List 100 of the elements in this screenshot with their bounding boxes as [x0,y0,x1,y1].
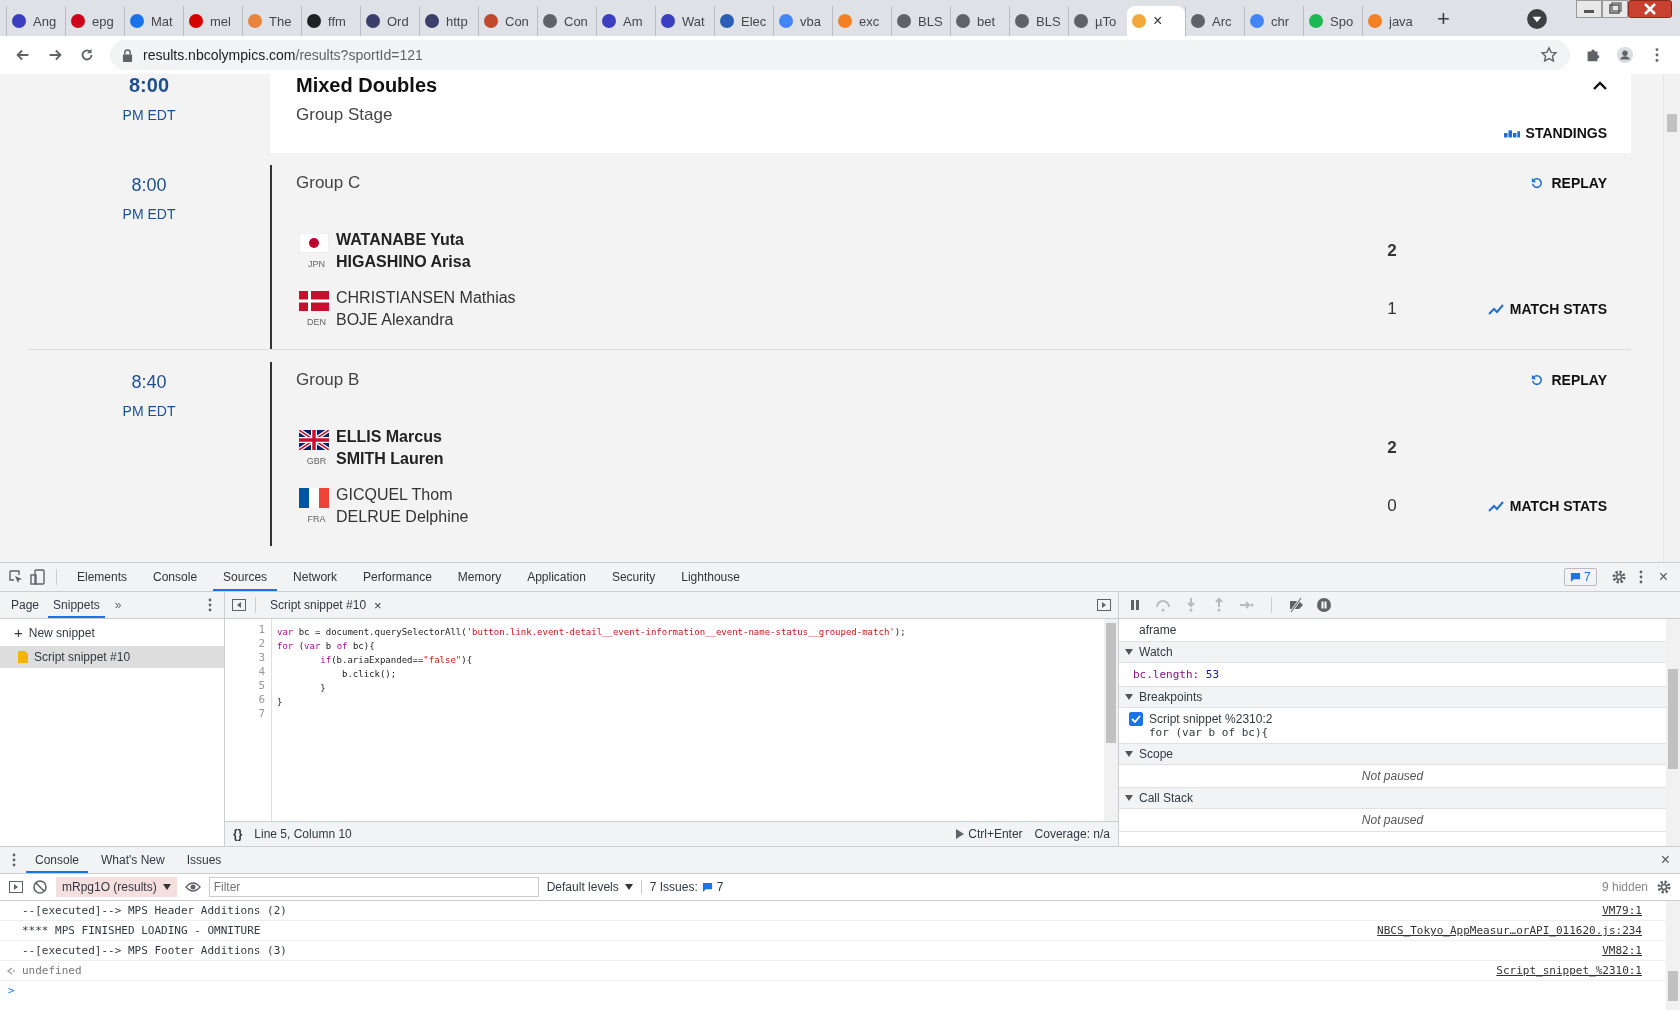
pause-on-exceptions-icon[interactable] [1316,597,1332,613]
navigator-tab[interactable]: Page [6,592,45,618]
panel-scrollbar[interactable] [1666,619,1680,846]
replay-link[interactable]: REPLAY [1529,175,1607,191]
inspect-icon[interactable] [8,569,24,585]
tab-title: Arc [1212,13,1232,29]
tab-title: Elec [741,13,767,29]
drawer-tab[interactable]: Console [26,847,89,873]
tab-title: http [446,13,468,29]
player-name: WATANABE Yuta [336,231,465,249]
issues-badge[interactable]: 7 [1563,568,1597,586]
devtools-tab[interactable]: Performance [353,563,442,591]
section-header[interactable]: Watch [1119,642,1666,663]
filter-field[interactable]: Filter [208,877,539,897]
site-favicon-icon [660,13,676,29]
drawer-tab[interactable]: Issues [177,847,231,873]
devtools-tab[interactable]: Application [517,563,596,591]
match-stats-link[interactable]: MATCH STATS [1487,301,1607,317]
tab-title: mel [210,13,231,29]
tab-title: Ang [33,13,57,29]
section-header[interactable]: Call Stack [1119,788,1666,809]
source-link[interactable]: VM79:1 [1602,904,1642,917]
tab-search-icon[interactable] [1526,8,1548,30]
devtools-tab[interactable]: Lighthouse [671,563,750,591]
address-bar[interactable]: results.nbcolympics.com/results?sportId=121 [110,40,1570,70]
minimize-icon[interactable] [1576,0,1602,18]
navigator-tab[interactable]: Snippets [48,592,105,618]
hidden-count: 9 hidden [1601,880,1648,894]
issues-button[interactable]: 7 Issues: 7 [640,880,724,894]
line-number: 1 [258,623,265,637]
site-favicon-icon [1131,13,1147,29]
devtools-tab[interactable]: Security [601,563,666,591]
run-snippet-button[interactable]: Ctrl+Enter [956,827,1023,841]
caret-icon[interactable] [1593,80,1607,91]
drawer-tab[interactable]: What's New [92,847,174,873]
source-link[interactable]: Script_snippet_%2310:1 [1496,964,1642,977]
settings-icon[interactable] [1610,569,1627,585]
more-tabs-button[interactable]: » [108,598,128,612]
player-name: GICQUEL Thom [336,486,454,504]
section-header[interactable]: Breakpoints [1119,687,1666,708]
site-favicon-icon [1014,13,1030,29]
caret-icon [1125,693,1133,701]
eye-icon[interactable] [184,879,201,895]
new-snippet-button[interactable]: + New snippet [0,619,224,646]
restore-icon[interactable] [1602,0,1628,18]
tab-title: BLS [1036,13,1061,29]
event-time: 8:00 [129,74,169,97]
close-drawer-button[interactable]: × [1656,851,1674,869]
device-toolbar-icon[interactable] [30,569,46,585]
site-favicon-icon [601,13,617,29]
console-scrollbar[interactable] [1666,901,1680,1010]
page-scrollbar[interactable] [1663,74,1680,562]
new-tab-button[interactable]: + [1437,6,1450,32]
match-stats-link[interactable]: MATCH STATS [1487,498,1607,514]
sidebar-toggle-icon[interactable] [8,879,24,895]
snippet-item[interactable]: Script snippet #10 [0,646,224,668]
event-subtitle: Group Stage [296,105,394,125]
editor-scrollbar[interactable] [1104,619,1118,821]
breakpoint-location: Script snippet %2310:2 [1149,712,1273,726]
tab-title: bet [977,13,996,29]
lock-icon [122,48,133,62]
site-favicon-icon [1073,13,1089,29]
devtools-tab[interactable]: Elements [67,563,138,591]
close-icon[interactable] [1628,0,1672,18]
star-icon[interactable] [1540,46,1558,64]
editor-tab[interactable]: Script snippet #10 × [264,597,388,613]
browser-tab[interactable]: × [1127,6,1185,36]
tab-title: Am [623,13,643,29]
toggle-debugger-icon[interactable] [1096,597,1112,613]
section-header[interactable]: Scope [1119,744,1666,765]
event-card[interactable]: Mixed Doubles Group Stage STANDINGS [270,74,1631,153]
site-favicon-icon [247,13,263,29]
play-icon [956,829,965,839]
deactivate-breakpoints-icon[interactable] [1288,597,1304,613]
toggle-navigator-icon[interactable] [231,597,247,613]
site-favicon-icon [306,13,322,29]
breakpoint-checkbox[interactable] [1129,712,1143,726]
time-zone: PM EDT [122,206,176,222]
devtools-tab[interactable]: Network [283,563,348,591]
standings-link[interactable]: STANDINGS [1503,125,1607,141]
tab-close-button[interactable]: × [1153,12,1163,30]
source-link[interactable]: NBCS_Tokyo_AppMeasur…orAPI_011620.js:234 [1377,924,1642,937]
country-code: GBR [305,455,327,466]
tab-title: chr [1271,13,1290,29]
player-name: SMITH Lauren [336,450,445,468]
console-prompt[interactable]: > [8,984,15,997]
pretty-print-button[interactable]: {} [233,827,243,841]
profile-icon[interactable] [1616,46,1634,64]
devtools-tab[interactable]: Memory [447,563,512,591]
match-time: 8:00 [131,175,167,196]
source-link[interactable]: VM82:1 [1602,944,1642,957]
log-levels-dropdown[interactable]: Default levels [546,880,633,894]
replay-link[interactable]: REPLAY [1529,372,1607,388]
close-devtools-button[interactable]: × [1654,568,1672,586]
context-selector[interactable]: mRpg1O (results) [56,877,177,897]
settings-icon[interactable] [1656,879,1672,895]
clear-console-icon[interactable] [32,879,48,895]
caret-icon [1125,794,1133,802]
devtools-tab[interactable]: Console [143,563,208,591]
code-line: b.click(); [341,668,398,681]
